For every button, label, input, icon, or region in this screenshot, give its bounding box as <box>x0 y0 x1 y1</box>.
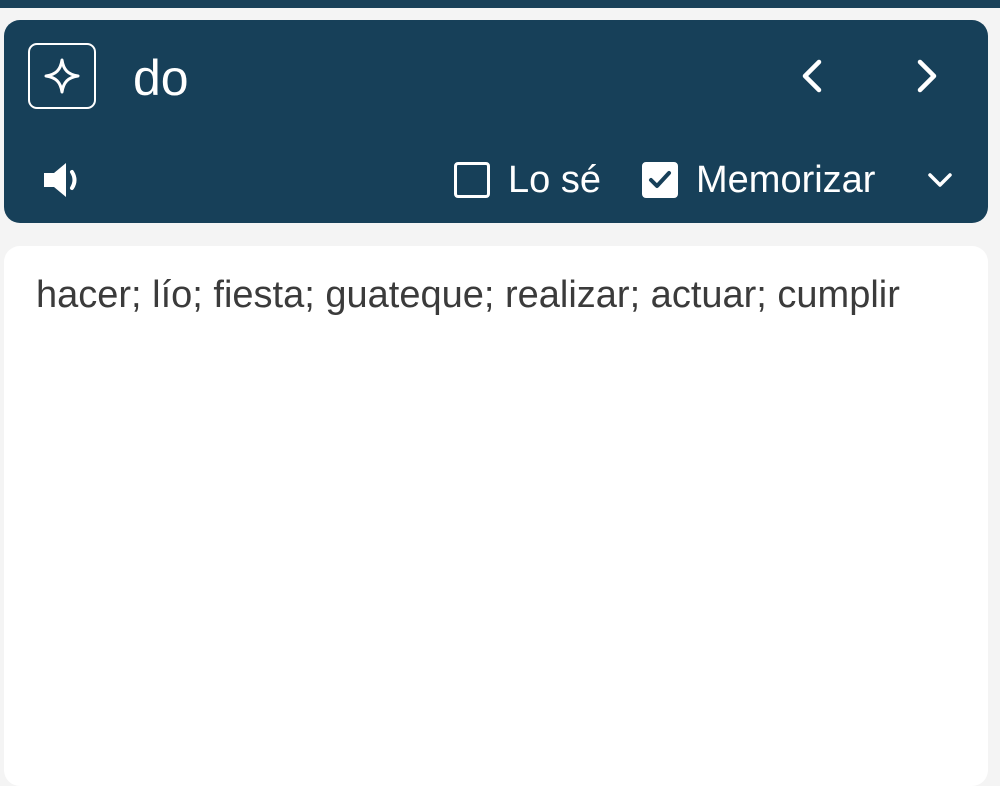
translation-text: hacer; lío; fiesta; guateque; realizar; … <box>36 274 900 316</box>
pronounce-button[interactable] <box>42 160 86 200</box>
next-word-button[interactable] <box>907 56 947 96</box>
checkmark-icon <box>649 171 671 188</box>
memorize-label: Memorizar <box>696 159 876 201</box>
sparkle-icon <box>44 58 80 94</box>
ai-button[interactable] <box>28 43 96 109</box>
speaker-icon <box>44 163 77 197</box>
know-checkbox[interactable] <box>454 162 490 198</box>
chevron-down-icon <box>928 173 952 187</box>
word-card: do Lo sé Memorizar <box>4 20 988 223</box>
know-checkbox-row[interactable]: Lo sé <box>454 160 601 200</box>
know-label: Lo sé <box>508 159 601 201</box>
memorize-checkbox-row[interactable]: Memorizar <box>642 160 875 200</box>
memorize-checkbox[interactable] <box>642 162 678 198</box>
chevron-left-icon <box>802 59 822 93</box>
translation-panel: hacer; lío; fiesta; guateque; realizar; … <box>4 246 988 786</box>
previous-word-button[interactable] <box>792 56 832 96</box>
chevron-right-icon <box>917 59 937 93</box>
top-strip <box>0 0 1000 8</box>
options-dropdown-button[interactable] <box>922 162 958 198</box>
word-title: do <box>133 50 189 106</box>
